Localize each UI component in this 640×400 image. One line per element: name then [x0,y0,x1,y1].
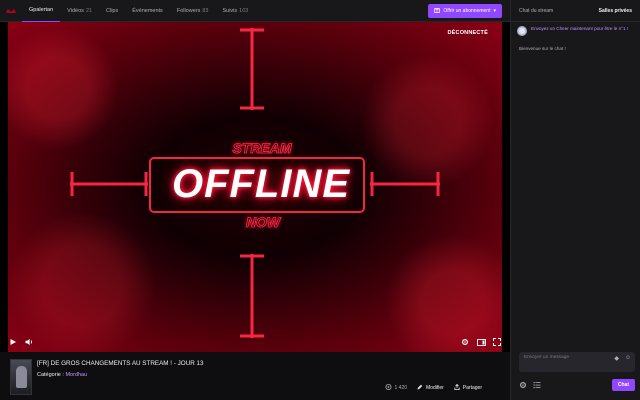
viewer-list-icon[interactable] [533,376,541,394]
edit-button[interactable]: Modifier [417,384,444,392]
settings-gear-icon[interactable] [460,337,470,347]
gift-icon [434,7,441,15]
tab-followers-count: 83 [202,7,209,14]
video-player[interactable]: STREAM OFFLINE NOW DÉCONNECTÉ [0,22,510,352]
chat-actions: Chat [519,378,635,392]
chat-panel: Chat du stream Salles privées Envoyez un… [510,0,640,400]
gift-subscription-button[interactable]: Offrir un abonnement ▾ [428,4,502,18]
chat-welcome-message: Bienvenue sur le chat ! [519,46,566,51]
category-label: Catégorie : [37,372,64,378]
stream-actions: 1 420 Modifier Partager [385,383,482,392]
category-link[interactable]: Mordhau [65,372,87,378]
tab-events[interactable]: Événements [125,0,170,22]
theater-mode-icon[interactable] [476,337,486,347]
tab-followers[interactable]: Followers 83 [170,0,216,22]
pencil-icon [417,384,423,392]
stream-art-text: STREAM [232,140,292,157]
category-line: Catégorie : Mordhau [37,372,87,378]
chat-header: Chat du stream Salles privées [511,0,640,22]
channel-nav: Gpalertan Vidéos 21 Clips Événements Foll… [0,0,510,22]
share-icon [454,383,460,392]
tab-followers-label: Followers [176,7,201,14]
private-rooms-button[interactable]: Salles privées [599,8,632,14]
share-button[interactable]: Partager [454,383,482,392]
tab-events-label: Événements [132,7,163,14]
tab-channel-label: Gpalertan [29,7,54,13]
chat-send-button[interactable]: Chat [611,379,635,391]
tab-following-count: 103 [239,7,249,14]
view-count-value: 1 420 [394,385,408,391]
box-art-thumbnail[interactable] [10,359,32,395]
tab-clips-label: Clips [106,7,119,14]
box-art-figure [16,366,27,388]
now-art-text: NOW [245,214,281,231]
bits-icon[interactable]: ◆ [614,355,619,362]
tab-videos-count: 21 [85,7,92,14]
tab-channel[interactable]: Gpalertan [22,0,61,22]
cheer-prompt[interactable]: Envoyez un Cheer maintenant pour être le… [517,26,635,36]
tab-videos[interactable]: Vidéos 21 [60,0,99,22]
chat-title: Chat du stream [519,7,554,14]
stream-title: [FR] DE GROS CHANGEMENTS AU STREAM ! - J… [37,360,204,367]
tab-clips[interactable]: Clips [99,0,125,22]
tab-following[interactable]: Suivis 103 [215,0,255,22]
fullscreen-icon[interactable] [492,337,502,347]
chat-message-input[interactable]: Envoyer un message ◆ ☺ [519,352,635,372]
chat-settings-gear-icon[interactable] [519,376,527,394]
play-icon[interactable] [8,337,18,347]
cheer-text: Envoyez un Cheer maintenant pour être le… [531,26,629,31]
chat-input-placeholder: Envoyer un message [524,355,570,360]
share-label: Partager [462,385,482,391]
view-count: 1 420 [385,384,408,392]
gift-subscription-label: Offrir un abonnement [443,8,491,14]
eye-icon [385,384,392,392]
volume-icon[interactable] [24,337,34,347]
tab-videos-label: Vidéos [67,7,84,14]
edit-label: Modifier [426,385,444,391]
disconnected-label: DÉCONNECTÉ [447,30,488,36]
cheer-badge-icon [517,26,527,36]
offline-art-text: OFFLINE [171,162,351,206]
chevron-down-icon: ▾ [493,8,496,14]
app-window: Gpalertan Vidéos 21 Clips Événements Foll… [0,0,640,400]
tab-following-label: Suivis [222,7,238,14]
channel-logo-icon[interactable] [0,0,22,22]
emote-smiley-icon[interactable]: ☺ [625,355,631,361]
offline-screen: STREAM OFFLINE NOW DÉCONNECTÉ [8,22,502,352]
player-controls [0,332,510,352]
stream-info: [FR] DE GROS CHANGEMENTS AU STREAM ! - J… [0,352,510,400]
